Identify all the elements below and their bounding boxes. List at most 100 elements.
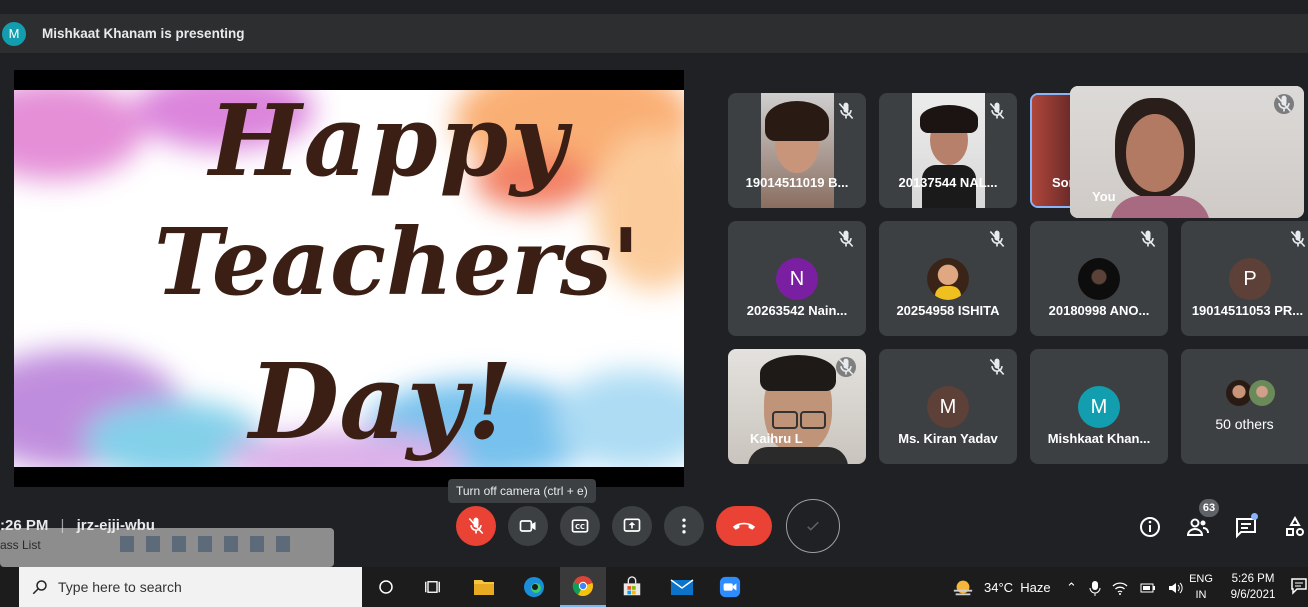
windows-taskbar: Type here to search 34°C Haze ⌃ ENG IN 5…: [0, 567, 1308, 607]
language-indicator[interactable]: ENG IN: [1188, 571, 1214, 603]
participant-tile[interactable]: M Mishkaat Khan...: [1030, 349, 1168, 464]
others-count: 50 others: [1215, 416, 1274, 432]
self-view-label: You: [1092, 189, 1116, 204]
participant-tile[interactable]: N 20263542 Nain...: [728, 221, 866, 336]
presentation-slide: Happy Teachers' Day!: [14, 90, 684, 467]
background-window-label: ass List: [0, 538, 41, 552]
microphone-icon[interactable]: [1089, 580, 1101, 596]
mic-off-icon: [838, 230, 854, 248]
people-button[interactable]: [1184, 513, 1212, 541]
cortana-button[interactable]: [372, 573, 400, 601]
participant-name: 19014511019 B...: [745, 175, 849, 190]
start-button[interactable]: [0, 567, 19, 607]
mic-off-icon: [989, 102, 1005, 120]
task-view-icon: [425, 581, 440, 593]
cortana-icon: [379, 580, 393, 594]
participant-avatar: M: [1078, 386, 1120, 428]
clock[interactable]: 5:26 PM 9/6/2021: [1222, 571, 1284, 603]
participant-tile[interactable]: P 19014511053 PR...: [1181, 221, 1308, 336]
mic-off-icon: [838, 102, 854, 120]
mic-off-icon: [989, 358, 1005, 376]
leave-call-button[interactable]: [716, 506, 772, 546]
mic-off-icon: [468, 517, 484, 535]
chrome-button-active[interactable]: [560, 567, 606, 607]
participant-name: 20263542 Nain...: [746, 303, 848, 318]
participant-name: Ms. Kiran Yadav: [898, 431, 998, 446]
info-icon: [1140, 517, 1160, 537]
zoom-button[interactable]: [716, 573, 744, 601]
volume-icon[interactable]: [1168, 581, 1184, 595]
participant-video: [1032, 95, 1072, 206]
participant-tile[interactable]: 20254958 ISHITA: [879, 221, 1017, 336]
end-call-icon: [732, 522, 756, 530]
edge-button[interactable]: [520, 573, 548, 601]
participant-tile[interactable]: 19014511019 B...: [728, 93, 866, 208]
present-now-button[interactable]: [612, 506, 652, 546]
participant-avatar: P: [1229, 258, 1271, 300]
presenter-avatar: M: [2, 21, 26, 46]
presenter-text: Mishkaat Khanam is presenting: [42, 26, 245, 41]
slide-line-teachers: Teachers': [154, 208, 640, 316]
activities-button[interactable]: [1282, 513, 1308, 541]
file-explorer-button[interactable]: [470, 573, 498, 601]
taskbar-search-box[interactable]: Type here to search: [19, 567, 362, 607]
mic-off-icon: [836, 357, 856, 377]
store-button[interactable]: [618, 573, 646, 601]
wifi-icon[interactable]: [1112, 581, 1128, 595]
captions-button[interactable]: CC: [560, 506, 600, 546]
store-icon: [623, 576, 641, 596]
notification-center-button[interactable]: [1290, 577, 1308, 597]
reaction-button[interactable]: [786, 499, 840, 553]
presenter-banner: M Mishkaat Khanam is presenting: [0, 14, 1308, 53]
participant-avatar: N: [776, 258, 818, 300]
mic-toggle-button[interactable]: [456, 506, 496, 546]
people-count-badge: 63: [1199, 499, 1219, 517]
haze-weather-icon: [953, 580, 973, 596]
camera-toggle-button[interactable]: [508, 506, 548, 546]
participant-name: Kaihru L: [750, 431, 803, 446]
captions-icon: CC: [571, 519, 589, 533]
participant-name: 20137544 NAL...: [898, 175, 998, 190]
camera-icon: [519, 520, 536, 532]
participant-video: [912, 93, 985, 208]
mic-off-icon: [989, 230, 1005, 248]
camera-tooltip: Turn off camera (ctrl + e): [448, 479, 596, 503]
participant-tile[interactable]: Kaihru L: [728, 349, 866, 464]
participant-tile[interactable]: M Ms. Kiran Yadav: [879, 349, 1017, 464]
presentation-area: Happy Teachers' Day!: [14, 70, 684, 487]
mic-off-icon: [1290, 230, 1306, 248]
participant-video: [761, 93, 834, 208]
others-avatar-2: [1249, 380, 1275, 406]
participant-tile[interactable]: 20180998 ANO...: [1030, 221, 1168, 336]
chrome-icon: [572, 576, 593, 597]
mic-off-icon: [1140, 230, 1156, 248]
region-code: IN: [1195, 589, 1207, 601]
self-view-tile[interactable]: You: [1070, 86, 1304, 218]
weather-widget[interactable]: 34°C Haze: [952, 577, 1051, 597]
people-icon: [1186, 518, 1209, 536]
chat-notification-dot: [1251, 513, 1258, 520]
activities-icon: [1286, 515, 1304, 536]
more-icon: [682, 518, 686, 534]
mail-icon: [670, 579, 694, 595]
edge-icon: [524, 577, 544, 597]
more-options-button[interactable]: [664, 506, 704, 546]
participant-photo: [1078, 258, 1120, 300]
language-code: ENG: [1189, 573, 1213, 585]
participant-name: Mishkaat Khan...: [1047, 431, 1151, 446]
clock-date: 9/6/2021: [1230, 589, 1276, 601]
slide-line-day: Day!: [249, 340, 513, 463]
participant-tile[interactable]: 20137544 NAL...: [879, 93, 1017, 208]
chevron-up-icon[interactable]: ⌃: [1066, 580, 1077, 596]
background-window[interactable]: ass List: [0, 528, 334, 567]
participant-name: 20254958 ISHITA: [896, 303, 1000, 318]
search-icon: [32, 580, 47, 595]
system-tray: ⌃: [1066, 577, 1184, 599]
task-view-button[interactable]: [420, 573, 448, 601]
mail-button[interactable]: [668, 573, 696, 601]
meeting-details-button[interactable]: [1136, 513, 1164, 541]
slide-line-happy: Happy: [209, 90, 570, 199]
others-tile[interactable]: 50 others: [1181, 349, 1308, 464]
battery-icon[interactable]: [1140, 582, 1156, 594]
participant-name: 20180998 ANO...: [1048, 303, 1150, 318]
